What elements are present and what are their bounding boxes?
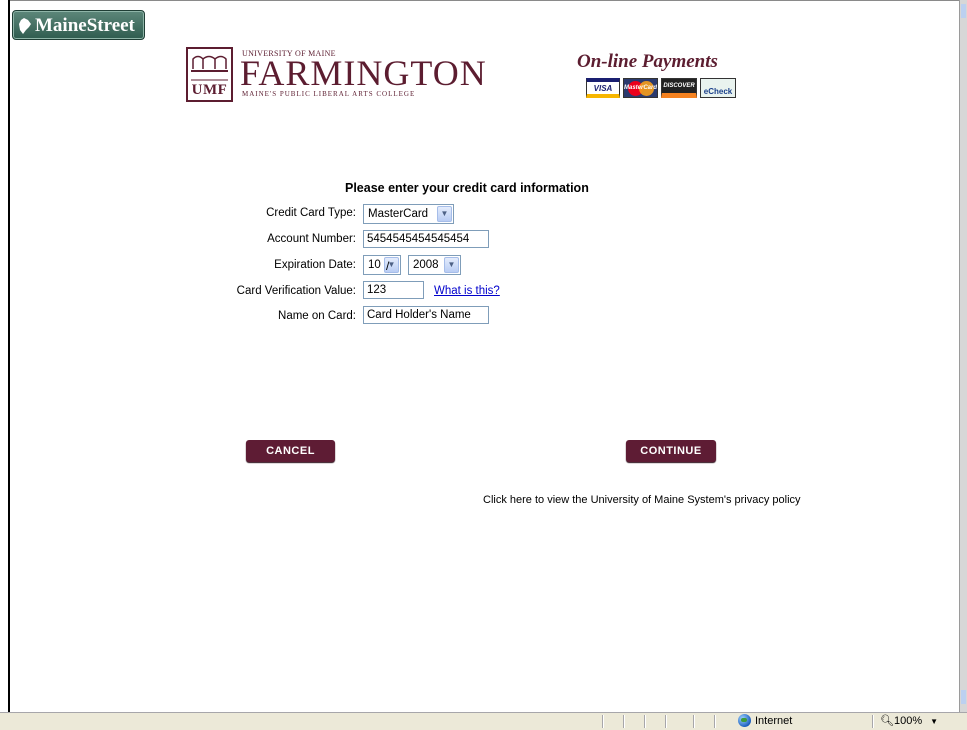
status-bar-divider — [714, 715, 716, 728]
zoom-control[interactable]: 🔍︎100% ▼ — [880, 714, 938, 727]
mainestreet-label: MaineStreet — [35, 15, 135, 36]
maine-state-icon — [19, 18, 31, 34]
zoom-level: 100% — [893, 715, 923, 727]
expiration-date-label: Expiration Date: — [274, 259, 356, 271]
chevron-down-icon[interactable]: ▼ — [444, 257, 459, 273]
card-type-value: MasterCard — [368, 208, 429, 220]
accepted-cards: VISA MasterCard DISCOVER eCheck — [586, 78, 736, 100]
status-bar-divider — [693, 715, 695, 728]
mastercard-logo-text: MasterCard — [624, 85, 658, 91]
status-bar-divider — [602, 715, 604, 728]
name-on-card-field[interactable]: Card Holder's Name — [363, 306, 489, 324]
account-number-field[interactable]: 5454545454545454 — [363, 230, 489, 248]
status-bar-divider — [644, 715, 646, 728]
magnifier-icon: 🔍︎ — [880, 715, 894, 727]
chevron-down-icon[interactable]: ▼ — [437, 206, 452, 222]
security-zone-label: Internet — [755, 714, 793, 727]
echeck-logo: eCheck — [700, 78, 736, 98]
form-title: Please enter your credit card informatio… — [345, 181, 589, 195]
scroll-down-icon[interactable] — [961, 690, 966, 704]
discover-logo: DISCOVER — [661, 78, 697, 98]
status-bar-divider — [872, 715, 874, 728]
privacy-policy-link[interactable]: Click here to view the University of Mai… — [483, 494, 801, 506]
campus-name: FARMINGTON — [240, 53, 487, 93]
card-type-select[interactable]: MasterCard ▼ — [363, 204, 454, 224]
browser-status-bar: Internet 🔍︎100% ▼ — [0, 712, 967, 730]
visa-logo: VISA — [586, 78, 620, 98]
status-bar-divider — [623, 715, 625, 728]
globe-icon — [738, 714, 751, 727]
security-zone[interactable]: Internet — [738, 714, 792, 727]
umf-logo: UMF UNIVERSITY OF MAINE FARMINGTON MAINE… — [186, 47, 486, 103]
card-type-label: Credit Card Type: — [266, 207, 356, 219]
mastercard-logo: MasterCard — [623, 78, 658, 98]
cvv-help-link[interactable]: What is this? — [434, 285, 500, 297]
chevron-down-icon[interactable]: ▼ — [930, 717, 938, 726]
cvv-field[interactable]: 123 — [363, 281, 424, 299]
expiration-month-select[interactable]: 10 ▼ — [363, 255, 401, 275]
expiration-year-select[interactable]: 2008 ▼ — [408, 255, 461, 275]
cvv-label: Card Verification Value: — [236, 285, 356, 297]
vertical-scrollbar[interactable] — [959, 0, 967, 712]
page-frame-top — [8, 0, 963, 1]
mainestreet-badge[interactable]: MaineStreet — [12, 10, 145, 40]
expiration-year-value: 2008 — [413, 259, 439, 271]
payments-title: On-line Payments — [577, 51, 718, 72]
continue-button[interactable]: CONTINUE — [626, 440, 716, 462]
cancel-button[interactable]: CANCEL — [246, 440, 335, 462]
page-frame-left — [8, 0, 10, 712]
status-bar-divider — [665, 715, 667, 728]
umf-abbrev: UMF — [191, 82, 228, 98]
scroll-up-icon[interactable] — [961, 4, 966, 18]
campus-tagline: MAINE'S PUBLIC LIBERAL ARTS COLLEGE — [242, 90, 416, 98]
expiration-month-value: 10 — [368, 259, 381, 271]
name-on-card-label: Name on Card: — [278, 310, 356, 322]
date-separator: / — [386, 259, 390, 273]
account-number-label: Account Number: — [267, 233, 356, 245]
